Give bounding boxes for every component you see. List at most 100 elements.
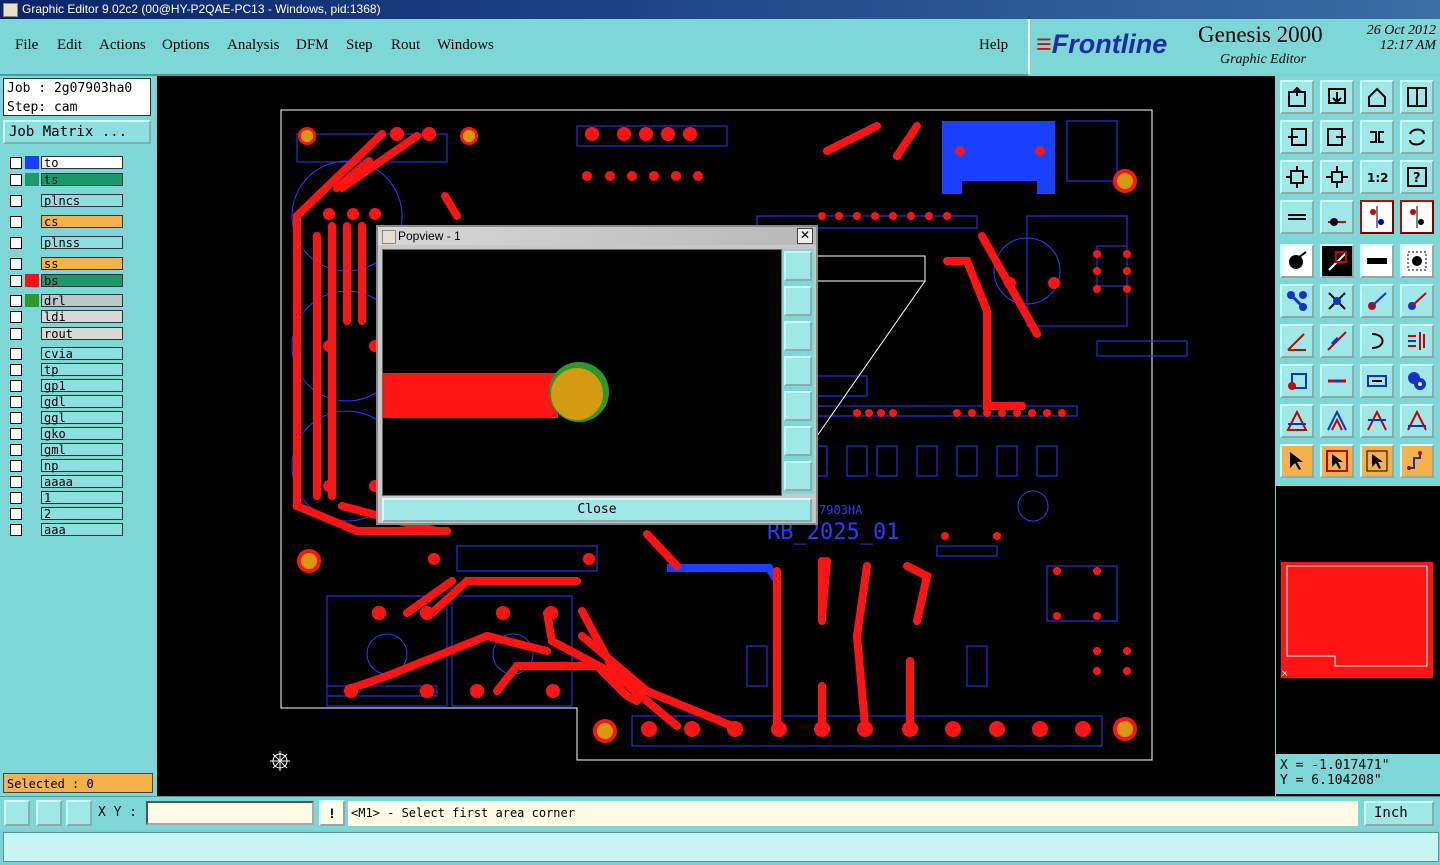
surface-icon[interactable] [1280,364,1314,398]
add-line-icon[interactable] [1320,244,1354,278]
popview-close-button[interactable]: Close [382,498,812,522]
layer-row-plncs[interactable]: plncs [7,194,127,208]
ruler-icon[interactable] [1360,244,1394,278]
add-pad-icon[interactable] [1280,244,1314,278]
align-icon[interactable] [1400,324,1434,358]
resize-icon[interactable] [1360,364,1394,398]
alert-icon[interactable]: ! [319,800,345,826]
layer-name[interactable]: 2 [41,507,123,521]
layer-checkbox[interactable] [10,275,22,287]
layer-checkbox[interactable] [10,258,22,270]
bridge-icon[interactable] [1360,404,1394,438]
job-matrix-button[interactable]: Job Matrix ... [3,120,151,144]
grid-icon[interactable] [66,800,92,826]
layer-row-plnss[interactable]: plnss [7,236,127,250]
layer-checkbox[interactable] [10,492,22,504]
layer-checkbox[interactable] [10,157,22,169]
layer-row-rout[interactable]: rout [7,327,127,341]
layer-name[interactable]: cvia [41,347,123,361]
layer-row-tp[interactable]: tp [7,363,127,377]
close-icon[interactable]: ✕ [797,228,813,244]
units-dropdown[interactable]: Inch [1364,801,1434,826]
layer-name[interactable]: gko [41,427,123,441]
xy-input[interactable] [146,801,314,825]
move-icon[interactable] [1320,364,1354,398]
help-icon[interactable]: ? [1400,160,1434,194]
select-area-icon[interactable] [1400,244,1434,278]
layer-row-1[interactable]: 1 [7,491,127,505]
menu-help[interactable]: Help [979,37,1008,54]
layer-checkbox[interactable] [10,412,22,424]
layer-row-ldi[interactable]: ldi [7,310,127,324]
split-view-icon[interactable] [1400,80,1434,114]
layer-checkbox[interactable] [10,348,22,360]
pointer-select-icon[interactable] [1360,444,1394,478]
layer-name[interactable]: drl [41,294,123,308]
layer-name[interactable]: ss [41,257,123,271]
popview-right-icon[interactable] [784,391,812,421]
refresh-icon[interactable] [1400,120,1434,154]
layer-name[interactable]: aaaa [41,475,123,489]
popview-title-bar[interactable]: Popview - 1 ✕ [378,227,816,245]
pointer-icon[interactable] [1280,444,1314,478]
layer-name[interactable]: np [41,459,123,473]
layer-checkbox[interactable] [10,174,22,186]
popview-window[interactable]: Popview - 1 ✕ Close [376,225,818,525]
popview-left-icon[interactable] [784,356,812,386]
layer-row-to[interactable]: to [7,156,127,170]
layer-checkbox[interactable] [10,216,22,228]
layer-name[interactable]: tp [41,363,123,377]
layer-name[interactable]: aaa [41,523,123,537]
pointer-box-icon[interactable] [1320,444,1354,478]
layer-row-gdl[interactable]: gdl [7,395,127,409]
layer-row-ss[interactable]: ss [7,257,127,271]
layer-checkbox[interactable] [10,380,22,392]
layer-checkbox[interactable] [10,328,22,340]
layer-row-cs[interactable]: cs [7,215,127,229]
zoom-home-icon[interactable] [1280,80,1314,114]
layer-checkbox[interactable] [10,444,22,456]
triangle-icon[interactable] [1280,404,1314,438]
snap-icon[interactable] [1360,200,1394,234]
layer-name[interactable]: ggl [41,411,123,425]
layer-checkbox[interactable] [10,460,22,472]
measure-tool-icon[interactable] [36,800,62,826]
net-select-icon[interactable] [1400,444,1434,478]
pan-right-icon[interactable] [1320,120,1354,154]
popview-up-icon[interactable] [784,286,812,316]
layer-row-aaa[interactable]: aaa [7,523,127,537]
layer-name[interactable]: gdl [41,395,123,409]
peak-icon[interactable] [1320,404,1354,438]
menu-analysis[interactable]: Analysis [227,37,280,54]
layer-row-cvia[interactable]: cvia [7,347,127,361]
menu-step[interactable]: Step [346,37,373,54]
layer-row-ts[interactable]: ts [7,173,127,187]
layer-row-gml[interactable]: gml [7,443,127,457]
layer-checkbox[interactable] [10,396,22,408]
menu-edit[interactable]: Edit [57,37,82,54]
scale-1-2-icon[interactable]: 1:2 [1360,160,1394,194]
menu-windows[interactable]: Windows [437,37,494,54]
popview-zoom-out-icon[interactable] [784,461,812,491]
group-icon[interactable] [1400,364,1434,398]
layer-checkbox[interactable] [10,364,22,376]
zoom-fit-icon[interactable] [1280,160,1314,194]
layer-name[interactable]: gp1 [41,379,123,393]
layer-row-drl[interactable]: drl [7,294,127,308]
menu-rout[interactable]: Rout [391,37,420,54]
layer-checkbox[interactable] [10,476,22,488]
menu-file[interactable]: File [15,37,38,54]
zoom-center-icon[interactable] [1320,160,1354,194]
layer-checkbox[interactable] [10,195,22,207]
layer-row-2[interactable]: 2 [7,507,127,521]
menu-dfm[interactable]: DFM [296,37,329,54]
layer-name[interactable]: ts [41,173,123,187]
layer-name[interactable]: ldi [41,310,123,324]
board-overview[interactable]: × [1277,558,1437,679]
popview-zoom-icon[interactable] [784,251,812,281]
snap-center-icon[interactable] [1400,200,1434,234]
layer-checkbox[interactable] [10,311,22,323]
popview-zoom-in-icon[interactable] [784,426,812,456]
layer-row-ggl[interactable]: ggl [7,411,127,425]
redraw-icon[interactable] [1360,120,1394,154]
